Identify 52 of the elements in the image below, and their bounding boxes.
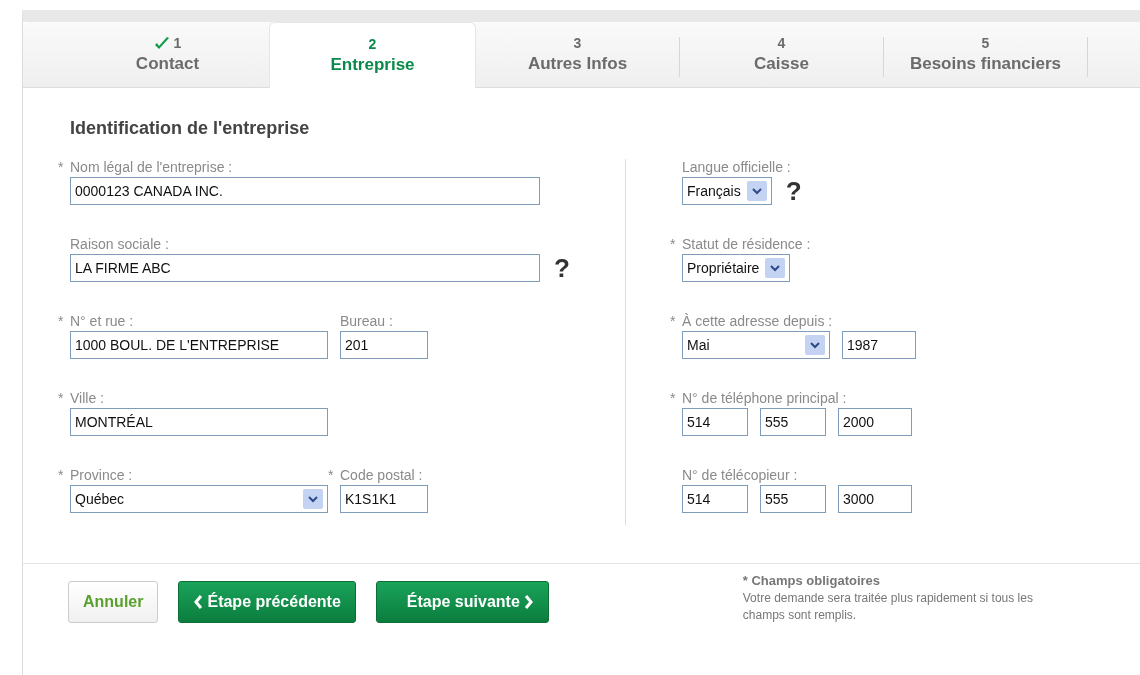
field-label: À cette adresse depuis : — [682, 313, 833, 329]
field-label: Ville : — [70, 390, 104, 406]
required-mark: * — [58, 467, 64, 483]
dropdown[interactable]: Propriétaire — [682, 254, 791, 282]
field-label: Bureau : — [340, 313, 393, 329]
text-field[interactable]: 0000123 CANADA INC. — [70, 177, 540, 205]
text-field[interactable]: 1987 — [842, 331, 916, 359]
step-tab[interactable]: 2 Entreprise — [269, 22, 476, 88]
text-field[interactable]: 514 — [682, 408, 748, 436]
required-mark: * — [670, 313, 676, 329]
text-field[interactable]: 2000 — [838, 408, 912, 436]
note-title: * Champs obligatoires — [742, 572, 882, 590]
step-tab[interactable]: 1 Contact — [66, 22, 269, 87]
field-label: N° et rue : — [70, 313, 134, 329]
section-title: Identification de l'entreprise — [70, 118, 311, 139]
required-mark: * — [58, 313, 64, 329]
text-field[interactable]: 514 — [682, 485, 748, 513]
step-tab[interactable]: 5 Besoins financiers — [884, 22, 1087, 87]
text-field[interactable]: K1S1K1 — [340, 485, 428, 513]
step-tab[interactable]: 4 Caisse — [680, 22, 883, 87]
field-label: Langue officielle : — [682, 159, 791, 175]
text-field[interactable]: 555 — [760, 408, 826, 436]
text-field[interactable]: 3000 — [838, 485, 912, 513]
check-icon — [153, 36, 170, 51]
step-tab[interactable]: 3 Autres Infos — [476, 22, 679, 87]
chevron-right-icon — [523, 594, 534, 610]
field-label: N° de téléphone principal : — [682, 390, 847, 406]
field-label: N° de télécopieur : — [682, 467, 798, 483]
field-label: Statut de résidence : — [682, 236, 811, 252]
required-mark: * — [58, 159, 64, 175]
required-mark: * — [670, 236, 676, 252]
dropdown[interactable]: Français — [682, 177, 772, 205]
field-label: Province : — [70, 467, 133, 483]
previous-step-button[interactable]: Étape précédente — [178, 581, 356, 623]
help-icon[interactable]: ? — [785, 178, 802, 204]
field-label: Code postal : — [340, 467, 423, 483]
chevron-left-icon — [193, 594, 204, 610]
text-field[interactable]: 555 — [760, 485, 826, 513]
note-text: Votre demande sera traitée plus rapidement si tous les champs sont remplis. — [742, 590, 1034, 624]
required-mark: * — [58, 390, 64, 406]
field-label: Raison sociale : — [70, 236, 169, 252]
help-icon[interactable]: ? — [554, 255, 570, 281]
dropdown[interactable]: Mai — [682, 331, 830, 359]
required-mark: * — [670, 390, 676, 406]
dropdown[interactable]: Québec — [70, 485, 328, 513]
text-field[interactable]: 1000 BOUL. DE L'ENTREPRISE — [70, 331, 328, 359]
text-field[interactable]: LA FIRME ABC — [70, 254, 540, 282]
next-step-button[interactable]: Étape suivante — [375, 581, 549, 623]
required-mark: * — [328, 467, 334, 483]
text-field[interactable]: MONTRÉAL — [70, 408, 328, 436]
text-field[interactable]: 201 — [340, 331, 428, 359]
field-label: Nom légal de l'entreprise : — [70, 159, 233, 175]
